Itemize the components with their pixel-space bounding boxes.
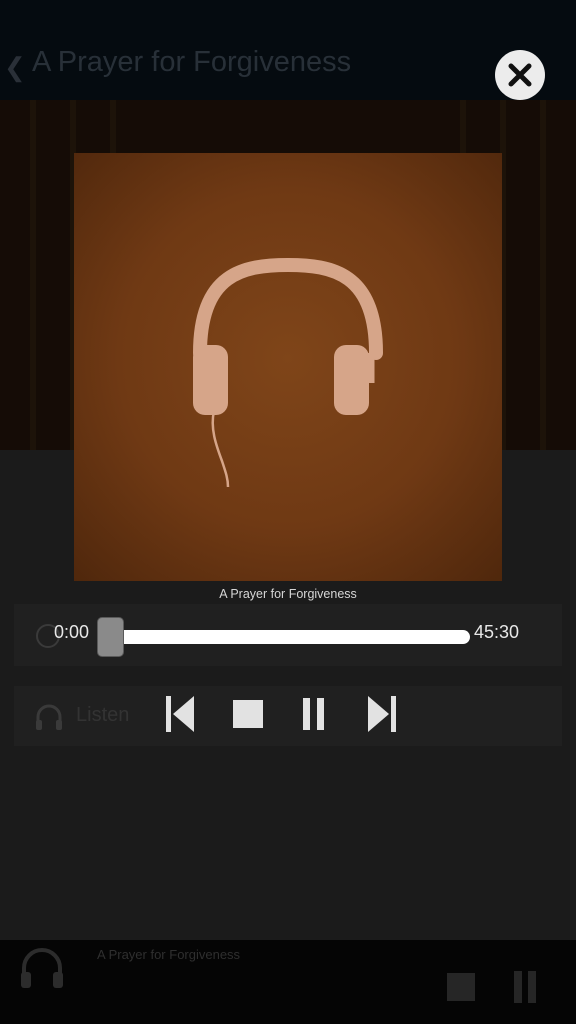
close-button[interactable]	[495, 50, 545, 100]
pause-button[interactable]	[302, 694, 326, 734]
progress-track[interactable]	[103, 630, 470, 644]
stop-button[interactable]	[232, 694, 264, 734]
mini-player[interactable]: A Prayer for Forgiveness	[0, 940, 576, 1024]
background-header: ❮ A Prayer for Forgiveness	[0, 0, 576, 100]
progress-slider-thumb[interactable]	[97, 617, 124, 657]
mini-player-headphones-icon	[21, 948, 63, 988]
close-icon	[508, 63, 532, 87]
artwork-headphones-icon	[193, 257, 383, 488]
mini-pause-button[interactable]	[514, 971, 536, 1003]
headphones-icon	[36, 704, 62, 730]
mini-stop-button[interactable]	[447, 973, 475, 1001]
next-track-button[interactable]	[366, 694, 398, 734]
artwork-caption: A Prayer for Forgiveness	[219, 587, 357, 601]
current-time: 0:00	[54, 622, 90, 642]
background-page-title: A Prayer for Forgiveness	[32, 46, 352, 78]
back-chevron-icon[interactable]: ❮	[4, 52, 26, 83]
mini-player-title: A Prayer for Forgiveness	[97, 947, 241, 962]
total-time: 45:30	[474, 622, 520, 642]
listen-label: Listen	[76, 704, 130, 726]
album-artwork	[74, 153, 502, 581]
previous-track-button[interactable]	[164, 694, 196, 734]
